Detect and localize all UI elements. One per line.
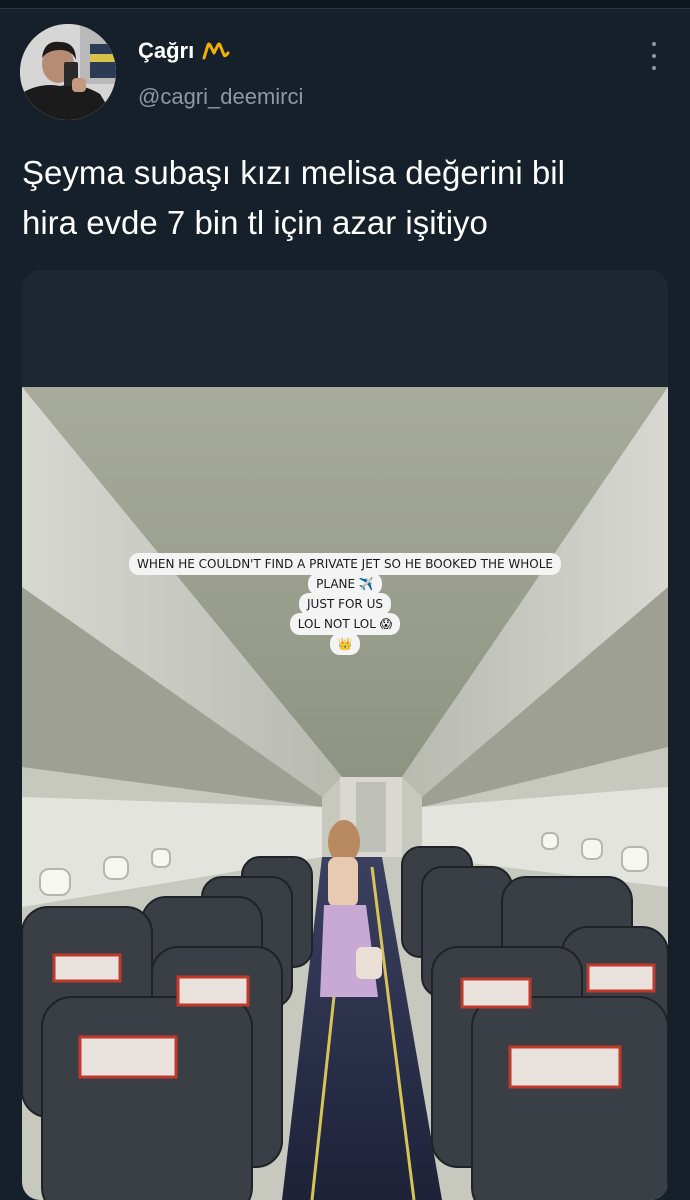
avatar-photo-icon — [20, 24, 116, 120]
media-card[interactable]: WHEN HE COULDN'T FIND A PRIVATE JET SO H… — [22, 270, 668, 1200]
tweet-text: Şeyma subaşı kızı melisa değerini bil hi… — [22, 154, 565, 241]
avatar[interactable] — [20, 24, 116, 120]
part-alternation-mark-icon — [202, 42, 230, 60]
top-divider — [0, 0, 690, 9]
caption-line: JUST FOR US — [299, 593, 391, 615]
display-name-row: Çağrı — [138, 38, 230, 64]
username[interactable]: @cagri_deemirci — [138, 84, 303, 110]
more-options-button[interactable] — [644, 40, 664, 72]
caption-line: PLANE ✈️ — [308, 573, 382, 595]
caption-line: WHEN HE COULDN'T FIND A PRIVATE JET SO H… — [128, 553, 562, 575]
caption-line: 👑 — [329, 633, 361, 655]
caption-line: LOL NOT LOL 😱 — [289, 613, 401, 635]
tweet-header: Çağrı @cagri_deemirci — [0, 22, 690, 122]
display-name[interactable]: Çağrı — [138, 38, 194, 64]
more-vertical-icon — [652, 42, 656, 46]
video-caption: WHEN HE COULDN'T FIND A PRIVATE JET SO H… — [22, 553, 668, 655]
video-thumbnail[interactable] — [22, 387, 668, 1200]
